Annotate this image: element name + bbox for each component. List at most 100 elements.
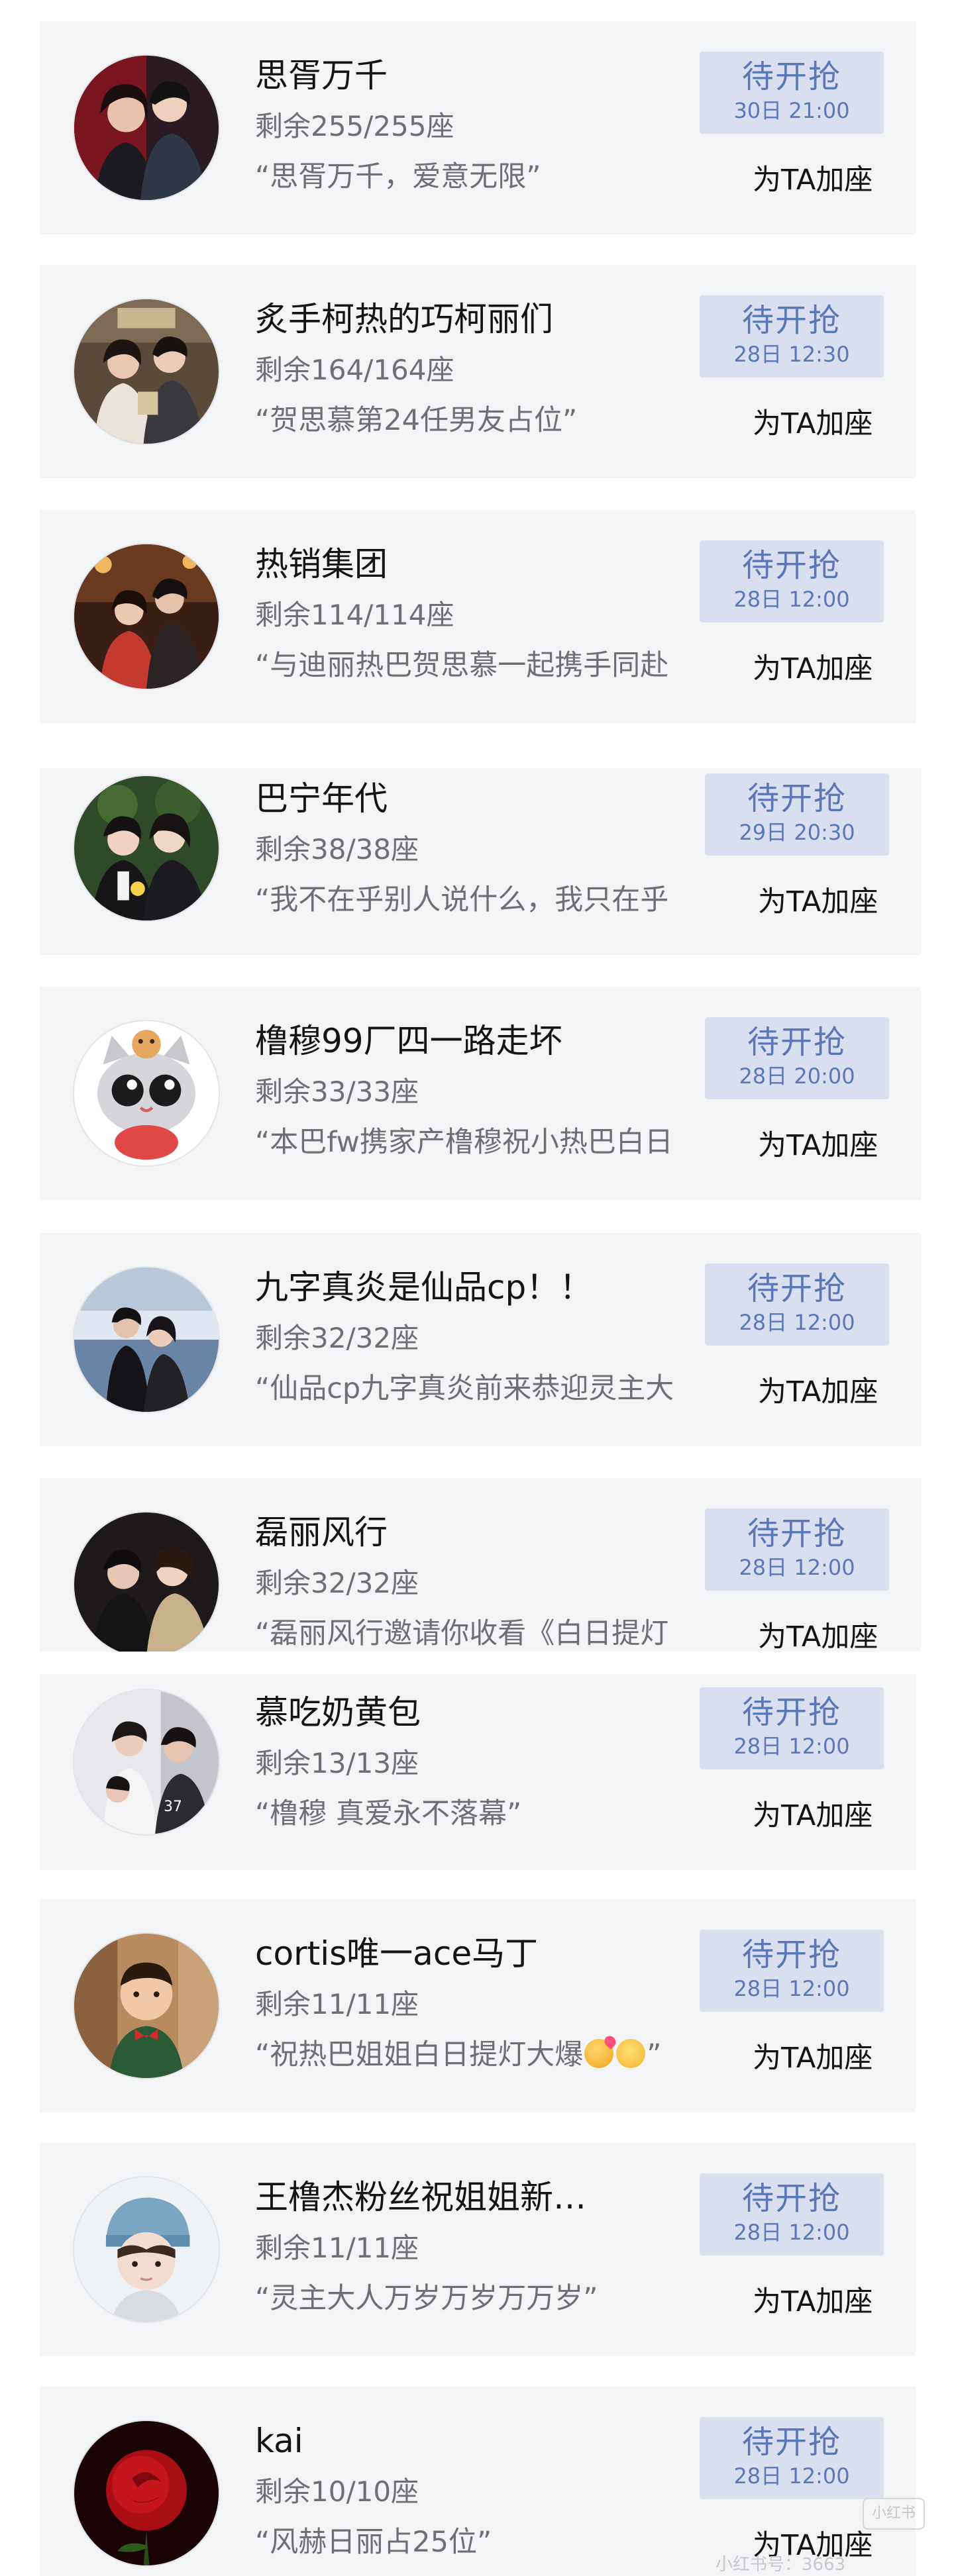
grab-label: 待开抢 (741, 58, 841, 95)
room-name: 九字真炎是仙品cp！！ (255, 1268, 593, 1307)
grab-label: 待开抢 (747, 1515, 847, 1552)
add-seat-button[interactable]: 为TA加座 (753, 649, 873, 689)
grab-time: 28日 20:00 (739, 1064, 855, 1089)
add-seat-button[interactable]: 为TA加座 (753, 1796, 873, 1836)
room-avatar (73, 1932, 220, 2079)
room-name: 巴宁年代 (255, 779, 388, 818)
grab-label: 待开抢 (741, 547, 841, 584)
room-slogan: “思胥万千，爱意无限” (255, 160, 541, 193)
room-name: cortis唯一ace马丁 (255, 1934, 539, 1973)
room-card[interactable]: 37 慕吃奶黄包 剩余13/13座 “橹穆 真爱永不落幕” 待开抢 28日 12… (40, 1674, 916, 1870)
cartoon-cat-avatar (74, 1021, 219, 1165)
basketball-player-avatar: 37 (74, 1690, 219, 1834)
watermark-logo: 小红书 (863, 2498, 925, 2530)
grab-time: 28日 12:00 (739, 1555, 855, 1580)
pending-grab-button[interactable]: 待开抢 28日 12:00 (705, 1509, 889, 1591)
room-avatar (73, 54, 220, 201)
pending-grab-button[interactable]: 待开抢 28日 12:00 (705, 1263, 889, 1346)
room-card[interactable]: 九字真炎是仙品cp！！ 剩余32/32座 “仙品cp九字真炎前来恭迎灵主大 待开… (40, 1233, 921, 1446)
pending-grab-button[interactable]: 待开抢 28日 12:30 (700, 295, 884, 377)
room-slogan: “仙品cp九字真炎前来恭迎灵主大 (255, 1372, 674, 1405)
room-slogan: “祝热巴姐姐白日提灯大爆 ” (255, 2030, 712, 2079)
add-seat-button[interactable]: 为TA加座 (758, 1372, 878, 1412)
grab-label: 待开抢 (741, 2180, 841, 2217)
grab-time: 28日 12:30 (733, 342, 850, 367)
seats-remaining: 剩余33/33座 (255, 1075, 419, 1108)
add-seat-button[interactable]: 为TA加座 (753, 2038, 873, 2078)
room-card[interactable]: kai 剩余10/10座 “风赫日丽占25位” 待开抢 28日 12:00 为T… (40, 2387, 916, 2576)
room-slogan: “灵主大人万岁万岁万万岁” (255, 2282, 598, 2315)
couple-photo-avatar (74, 1512, 219, 1652)
grab-label: 待开抢 (741, 302, 841, 339)
room-name: 思胥万千 (255, 56, 388, 95)
seats-remaining: 剩余114/114座 (255, 599, 454, 631)
grab-time: 30日 21:00 (733, 98, 850, 123)
seats-remaining: 剩余32/32座 (255, 1322, 419, 1354)
room-avatar (73, 775, 220, 922)
room-slogan: “磊丽风行邀请你收看《白日提灯 (255, 1617, 669, 1650)
room-card[interactable]: 炙手柯热的巧柯丽们 剩余164/164座 “贺思慕第24任男友占位” 待开抢 2… (40, 265, 916, 478)
add-seat-button[interactable]: 为TA加座 (753, 160, 873, 200)
pending-grab-button[interactable]: 待开抢 29日 20:30 (705, 773, 889, 856)
pending-grab-button[interactable]: 待开抢 28日 12:00 (700, 1687, 884, 1769)
room-card[interactable]: 思胥万千 剩余255/255座 “思胥万千，爱意无限” 待开抢 30日 21:0… (40, 21, 916, 234)
room-avatar (73, 543, 220, 690)
room-card[interactable]: 巴宁年代 剩余38/38座 “我不在乎别人说什么，我只在乎 待开抢 29日 20… (40, 768, 921, 955)
room-card[interactable]: 热销集团 剩余114/114座 “与迪丽热巴贺思慕一起携手同赴 待开抢 28日 … (40, 510, 916, 723)
seats-remaining: 剩余11/11座 (255, 2232, 419, 2264)
room-avatar (73, 1511, 220, 1652)
room-name: 慕吃奶黄包 (255, 1693, 421, 1732)
seats-remaining: 剩余38/38座 (255, 833, 419, 866)
grab-label: 待开抢 (747, 1270, 847, 1307)
pending-grab-button[interactable]: 待开抢 28日 12:00 (700, 540, 884, 622)
drama-still-avatar (74, 544, 219, 689)
room-name: 橹穆99厂四一路走坏 (255, 1022, 562, 1060)
add-seat-button[interactable]: 为TA加座 (753, 404, 873, 444)
grab-label: 待开抢 (741, 1936, 841, 1973)
couple-photo-avatar (74, 299, 219, 444)
praying-hands-emoji-icon (616, 2039, 646, 2068)
room-avatar (73, 1266, 220, 1413)
add-seat-button[interactable]: 为TA加座 (753, 2282, 873, 2322)
add-seat-button[interactable]: 为TA加座 (758, 1126, 878, 1165)
seats-remaining: 剩余10/10座 (255, 2475, 419, 2508)
couple-photo-avatar (74, 776, 219, 920)
room-card[interactable]: cortis唯一ace马丁 剩余11/11座 “祝热巴姐姐白日提灯大爆 ” 待开抢… (40, 1899, 916, 2112)
seats-remaining: 剩余13/13座 (255, 1747, 419, 1779)
room-slogan: “风赫日丽占25位” (255, 2526, 492, 2559)
pending-grab-button[interactable]: 待开抢 28日 12:00 (700, 2173, 884, 2255)
grab-label: 待开抢 (747, 1024, 847, 1061)
slogan-end: ” (647, 2038, 662, 2071)
room-name: 炙手柯热的巧柯丽们 (255, 300, 553, 338)
grab-time: 28日 12:00 (733, 2220, 850, 2245)
room-slogan: “橹穆 真爱永不落幕” (255, 1797, 522, 1830)
pending-grab-button[interactable]: 待开抢 28日 20:00 (705, 1017, 889, 1099)
seats-remaining: 剩余11/11座 (255, 1988, 419, 2020)
red-rose-avatar (74, 2421, 219, 2565)
room-slogan: “我不在乎别人说什么，我只在乎 (255, 883, 669, 916)
grab-time: 28日 12:00 (733, 1976, 850, 2001)
grab-label: 待开抢 (741, 1694, 841, 1731)
room-slogan: “贺思慕第24任男友占位” (255, 404, 578, 437)
add-seat-button[interactable]: 为TA加座 (758, 882, 878, 922)
grab-time: 28日 12:00 (733, 1734, 850, 1759)
couple-photo-avatar (74, 56, 219, 200)
add-seat-button[interactable]: 为TA加座 (758, 1617, 878, 1652)
pending-grab-button[interactable]: 待开抢 30日 21:00 (700, 52, 884, 134)
seats-remaining: 剩余255/255座 (255, 110, 454, 142)
watermark-text: 小红书号：3663 (716, 2555, 846, 2575)
svg-text:37: 37 (164, 1799, 182, 1815)
room-slogan: “与迪丽热巴贺思慕一起携手同赴 (255, 649, 669, 682)
pending-grab-button[interactable]: 待开抢 28日 12:00 (700, 2417, 884, 2499)
slogan-text: “祝热巴姐姐白日提灯大爆 (255, 2038, 584, 2071)
grab-time: 28日 12:00 (733, 2463, 850, 2489)
couple-photo-avatar (74, 1267, 219, 1412)
pending-grab-button[interactable]: 待开抢 28日 12:00 (700, 1930, 884, 2012)
room-avatar (73, 2176, 220, 2323)
room-avatar (73, 2420, 220, 2567)
room-slogan: “本巴fw携家产橹穆祝小热巴白日 (255, 1126, 673, 1159)
room-card[interactable]: 磊丽风行 剩余32/32座 “磊丽风行邀请你收看《白日提灯 待开抢 28日 12… (40, 1478, 921, 1652)
room-card[interactable]: 王橹杰粉丝祝姐姐新… 剩余11/11座 “灵主大人万岁万岁万万岁” 待开抢 28… (40, 2143, 916, 2356)
room-card[interactable]: 橹穆99厂四一路走坏 剩余33/33座 “本巴fw携家产橹穆祝小热巴白日 待开抢… (40, 987, 921, 1200)
grab-time: 28日 12:00 (739, 1310, 855, 1335)
